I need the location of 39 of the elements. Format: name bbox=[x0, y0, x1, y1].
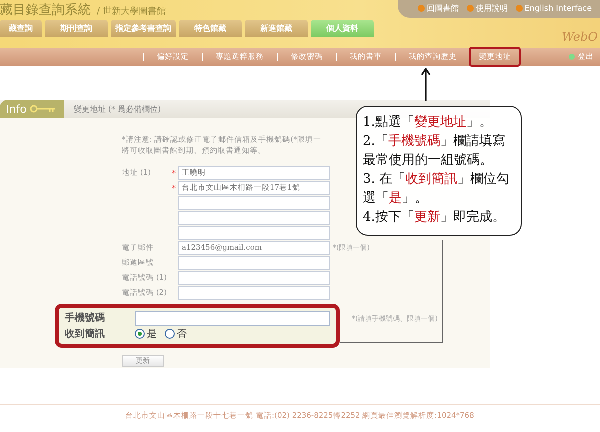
nav-tab[interactable]: 個人資料 bbox=[311, 20, 374, 37]
required-mark: * bbox=[172, 168, 177, 178]
field-label: 手機號碼 bbox=[65, 312, 106, 325]
instruction-step: 4.按下「更新」即完成。 bbox=[363, 208, 517, 227]
instruction-step: 1.點選「變更地址」。 bbox=[363, 113, 517, 132]
logo-text: WebO bbox=[562, 30, 598, 44]
radio-option[interactable]: 是 bbox=[135, 327, 157, 341]
nav-tab[interactable]: 新進館藏 bbox=[245, 20, 308, 37]
input-field[interactable] bbox=[135, 310, 330, 326]
input-field[interactable] bbox=[178, 256, 330, 270]
key-icon bbox=[30, 105, 56, 113]
input-field[interactable] bbox=[178, 226, 330, 240]
top-link[interactable]: 使用說明 bbox=[466, 2, 508, 14]
nav-tab[interactable]: 指定參考書查詢 bbox=[111, 20, 176, 37]
top-link[interactable]: 回圖書館 bbox=[418, 2, 459, 14]
nav-tab[interactable]: 藏查詢 bbox=[0, 20, 42, 37]
instruction-step: 3. 在「收到簡訊」欄位勾選「是」。 bbox=[363, 170, 517, 208]
top-link[interactable]: English Interface bbox=[516, 4, 592, 12]
system-title: 藏目錄查詢系統 bbox=[0, 2, 91, 19]
field-label: 收到簡訊 bbox=[65, 328, 106, 341]
round-icon bbox=[466, 4, 474, 12]
input-field[interactable] bbox=[178, 196, 330, 210]
status-dot bbox=[569, 54, 575, 60]
round-icon bbox=[516, 4, 523, 12]
nav-tab[interactable]: 期刊查詢 bbox=[45, 20, 108, 37]
required-mark: * bbox=[172, 184, 177, 192]
info-label: Info bbox=[6, 102, 27, 116]
radio-option[interactable]: 否 bbox=[165, 327, 187, 341]
nav-tab[interactable]: 特色館藏 bbox=[179, 20, 242, 37]
input-field[interactable] bbox=[178, 211, 330, 225]
radio-button[interactable] bbox=[135, 329, 145, 339]
radio-button[interactable] bbox=[165, 329, 175, 339]
round-icon bbox=[418, 4, 425, 12]
library-name: / 世新大學圖書館 bbox=[97, 6, 166, 18]
up-arrow bbox=[421, 68, 431, 101]
input-field[interactable] bbox=[178, 271, 330, 285]
instruction-step: 2.「手機號碼」欄請填寫最常使用的一組號碼。 bbox=[363, 132, 517, 170]
section-title: 變更地址 (* 爲必備欄位) bbox=[74, 104, 162, 114]
input-field[interactable] bbox=[178, 286, 330, 300]
